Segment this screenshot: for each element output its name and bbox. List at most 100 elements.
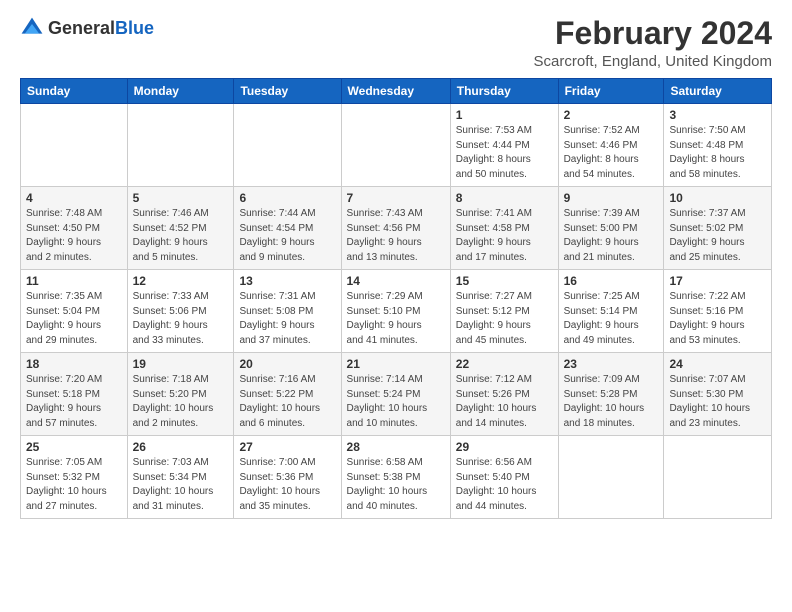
calendar-cell: 19 Sunrise: 7:18 AM Sunset: 5:20 PM Dayli… bbox=[127, 353, 234, 436]
calendar-cell: 25 Sunrise: 7:05 AM Sunset: 5:32 PM Dayli… bbox=[21, 436, 128, 519]
day-number: 28 bbox=[347, 440, 445, 454]
day-info: Sunrise: 7:39 AM Sunset: 5:00 PM Dayligh… bbox=[564, 207, 659, 265]
day-info: Sunrise: 7:14 AM Sunset: 5:24 PM Dayligh… bbox=[347, 373, 445, 431]
calendar-cell: 28Sunrise: 6:58 AM Sunset: 5:38 PM Dayli… bbox=[341, 436, 450, 519]
subtitle: Scarcroft, England, United Kingdom bbox=[534, 53, 772, 70]
day-info: Sunrise: 7:29 AM Sunset: 5:10 PM Dayligh… bbox=[347, 290, 445, 348]
calendar-week-5: 25 Sunrise: 7:05 AM Sunset: 5:32 PM Dayli… bbox=[21, 436, 772, 519]
calendar-cell: 18Sunrise: 7:20 AM Sunset: 5:18 PM Dayli… bbox=[21, 353, 128, 436]
day-number: 21 bbox=[347, 357, 445, 371]
day-info: Sunrise: 7:41 AM Sunset: 4:58 PM Dayligh… bbox=[456, 207, 553, 265]
calendar-cell: 7Sunrise: 7:43 AM Sunset: 4:56 PM Daylig… bbox=[341, 187, 450, 270]
calendar-week-4: 18Sunrise: 7:20 AM Sunset: 5:18 PM Dayli… bbox=[21, 353, 772, 436]
calendar-cell: 2 Sunrise: 7:52 AM Sunset: 4:46 PM Daylig… bbox=[558, 104, 664, 187]
day-number: 22 bbox=[456, 357, 553, 371]
calendar-cell: 27 Sunrise: 7:00 AM Sunset: 5:36 PM Dayli… bbox=[234, 436, 341, 519]
calendar-cell: 16 Sunrise: 7:25 AM Sunset: 5:14 PM Dayli… bbox=[558, 270, 664, 353]
col-friday: Friday bbox=[558, 79, 664, 104]
day-info: Sunrise: 7:25 AM Sunset: 5:14 PM Dayligh… bbox=[564, 290, 659, 348]
calendar-week-3: 11 Sunrise: 7:35 AM Sunset: 5:04 PM Dayli… bbox=[21, 270, 772, 353]
col-thursday: Thursday bbox=[450, 79, 558, 104]
calendar-cell: 20 Sunrise: 7:16 AM Sunset: 5:22 PM Dayli… bbox=[234, 353, 341, 436]
day-info: Sunrise: 6:56 AM Sunset: 5:40 PM Dayligh… bbox=[456, 456, 553, 514]
calendar-cell bbox=[127, 104, 234, 187]
day-info: Sunrise: 7:00 AM Sunset: 5:36 PM Dayligh… bbox=[239, 456, 335, 514]
page: GeneralBlue February 2024 Scarcroft, Eng… bbox=[0, 0, 792, 612]
day-info: Sunrise: 7:12 AM Sunset: 5:26 PM Dayligh… bbox=[456, 373, 553, 431]
day-number: 7 bbox=[347, 191, 445, 205]
col-wednesday: Wednesday bbox=[341, 79, 450, 104]
calendar-cell: 12 Sunrise: 7:33 AM Sunset: 5:06 PM Dayli… bbox=[127, 270, 234, 353]
calendar-cell: 5 Sunrise: 7:46 AM Sunset: 4:52 PM Daylig… bbox=[127, 187, 234, 270]
calendar-cell: 6Sunrise: 7:44 AM Sunset: 4:54 PM Daylig… bbox=[234, 187, 341, 270]
day-info: Sunrise: 7:33 AM Sunset: 5:06 PM Dayligh… bbox=[133, 290, 229, 348]
calendar-cell: 29 Sunrise: 6:56 AM Sunset: 5:40 PM Dayli… bbox=[450, 436, 558, 519]
day-number: 27 bbox=[239, 440, 335, 454]
day-number: 9 bbox=[564, 191, 659, 205]
calendar-cell: 1 Sunrise: 7:53 AM Sunset: 4:44 PM Daylig… bbox=[450, 104, 558, 187]
day-number: 29 bbox=[456, 440, 553, 454]
day-number: 16 bbox=[564, 274, 659, 288]
calendar-cell: 10 Sunrise: 7:37 AM Sunset: 5:02 PM Dayli… bbox=[664, 187, 772, 270]
day-info: Sunrise: 7:22 AM Sunset: 5:16 PM Dayligh… bbox=[669, 290, 766, 348]
day-number: 23 bbox=[564, 357, 659, 371]
title-area: February 2024 Scarcroft, England, United… bbox=[534, 16, 772, 70]
calendar-cell: 11 Sunrise: 7:35 AM Sunset: 5:04 PM Dayli… bbox=[21, 270, 128, 353]
calendar-cell: 26Sunrise: 7:03 AM Sunset: 5:34 PM Dayli… bbox=[127, 436, 234, 519]
logo-icon bbox=[20, 16, 44, 40]
day-info: Sunrise: 7:35 AM Sunset: 5:04 PM Dayligh… bbox=[26, 290, 122, 348]
day-info: Sunrise: 7:50 AM Sunset: 4:48 PM Dayligh… bbox=[669, 124, 766, 182]
day-number: 25 bbox=[26, 440, 122, 454]
day-number: 26 bbox=[133, 440, 229, 454]
day-info: Sunrise: 7:48 AM Sunset: 4:50 PM Dayligh… bbox=[26, 207, 122, 265]
day-info: Sunrise: 7:53 AM Sunset: 4:44 PM Dayligh… bbox=[456, 124, 553, 182]
logo: GeneralBlue bbox=[20, 16, 154, 40]
day-info: Sunrise: 7:09 AM Sunset: 5:28 PM Dayligh… bbox=[564, 373, 659, 431]
day-number: 17 bbox=[669, 274, 766, 288]
day-number: 11 bbox=[26, 274, 122, 288]
calendar-cell bbox=[234, 104, 341, 187]
logo-blue: Blue bbox=[115, 18, 154, 38]
day-number: 5 bbox=[133, 191, 229, 205]
calendar-cell: 17 Sunrise: 7:22 AM Sunset: 5:16 PM Dayli… bbox=[664, 270, 772, 353]
day-number: 2 bbox=[564, 108, 659, 122]
calendar-cell: 8 Sunrise: 7:41 AM Sunset: 4:58 PM Daylig… bbox=[450, 187, 558, 270]
day-number: 20 bbox=[239, 357, 335, 371]
day-number: 24 bbox=[669, 357, 766, 371]
calendar-week-1: 1 Sunrise: 7:53 AM Sunset: 4:44 PM Daylig… bbox=[21, 104, 772, 187]
calendar-header-row: Sunday Monday Tuesday Wednesday Thursday… bbox=[21, 79, 772, 104]
day-info: Sunrise: 7:20 AM Sunset: 5:18 PM Dayligh… bbox=[26, 373, 122, 431]
calendar-cell bbox=[664, 436, 772, 519]
calendar-cell: 3Sunrise: 7:50 AM Sunset: 4:48 PM Daylig… bbox=[664, 104, 772, 187]
calendar-cell bbox=[21, 104, 128, 187]
day-info: Sunrise: 7:37 AM Sunset: 5:02 PM Dayligh… bbox=[669, 207, 766, 265]
day-number: 1 bbox=[456, 108, 553, 122]
day-number: 19 bbox=[133, 357, 229, 371]
day-number: 8 bbox=[456, 191, 553, 205]
day-info: Sunrise: 7:46 AM Sunset: 4:52 PM Dayligh… bbox=[133, 207, 229, 265]
calendar: Sunday Monday Tuesday Wednesday Thursday… bbox=[20, 78, 772, 519]
calendar-cell bbox=[341, 104, 450, 187]
calendar-cell: 9 Sunrise: 7:39 AM Sunset: 5:00 PM Daylig… bbox=[558, 187, 664, 270]
calendar-cell: 21 Sunrise: 7:14 AM Sunset: 5:24 PM Dayli… bbox=[341, 353, 450, 436]
day-info: Sunrise: 7:18 AM Sunset: 5:20 PM Dayligh… bbox=[133, 373, 229, 431]
day-number: 13 bbox=[239, 274, 335, 288]
day-number: 15 bbox=[456, 274, 553, 288]
day-info: Sunrise: 7:31 AM Sunset: 5:08 PM Dayligh… bbox=[239, 290, 335, 348]
day-number: 12 bbox=[133, 274, 229, 288]
calendar-cell: 13 Sunrise: 7:31 AM Sunset: 5:08 PM Dayli… bbox=[234, 270, 341, 353]
calendar-cell bbox=[558, 436, 664, 519]
day-info: Sunrise: 7:05 AM Sunset: 5:32 PM Dayligh… bbox=[26, 456, 122, 514]
calendar-cell: 14Sunrise: 7:29 AM Sunset: 5:10 PM Dayli… bbox=[341, 270, 450, 353]
main-title: February 2024 bbox=[534, 16, 772, 51]
col-monday: Monday bbox=[127, 79, 234, 104]
day-number: 10 bbox=[669, 191, 766, 205]
col-tuesday: Tuesday bbox=[234, 79, 341, 104]
day-info: Sunrise: 7:16 AM Sunset: 5:22 PM Dayligh… bbox=[239, 373, 335, 431]
calendar-cell: 4 Sunrise: 7:48 AM Sunset: 4:50 PM Daylig… bbox=[21, 187, 128, 270]
col-sunday: Sunday bbox=[21, 79, 128, 104]
logo-general: General bbox=[48, 18, 115, 38]
day-info: Sunrise: 7:52 AM Sunset: 4:46 PM Dayligh… bbox=[564, 124, 659, 182]
calendar-cell: 24Sunrise: 7:07 AM Sunset: 5:30 PM Dayli… bbox=[664, 353, 772, 436]
day-number: 4 bbox=[26, 191, 122, 205]
